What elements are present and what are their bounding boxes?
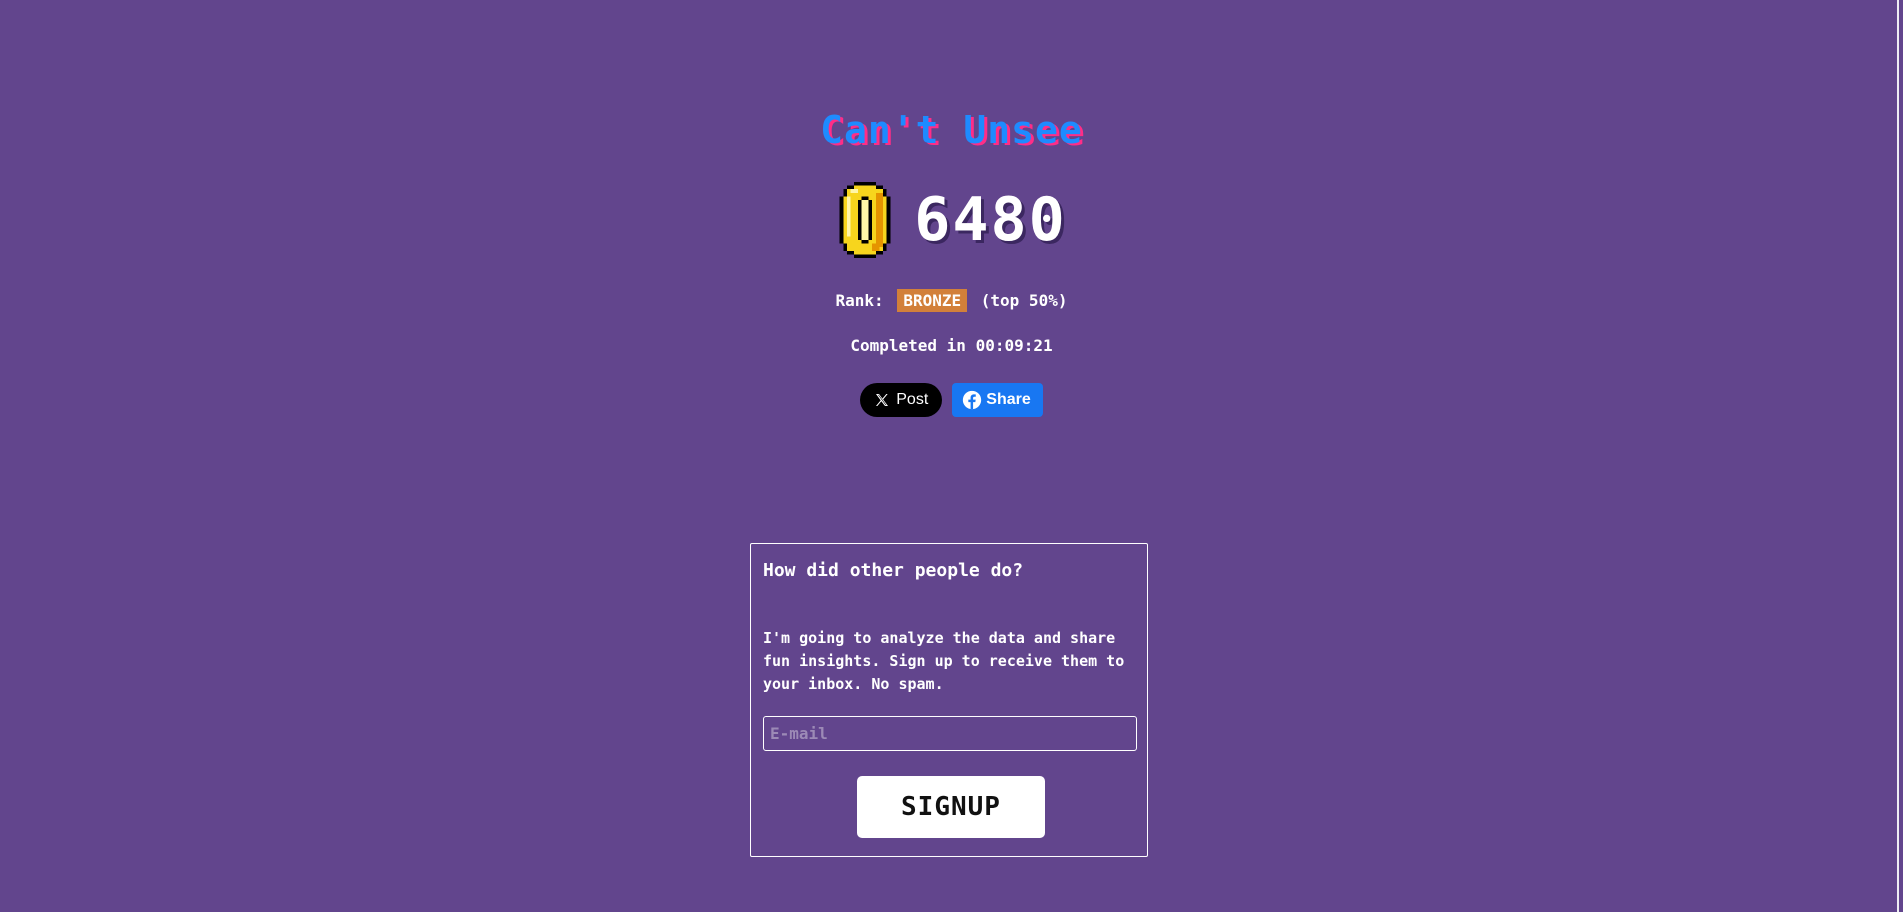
completed-label: Completed in — [850, 336, 966, 355]
page-title: Can't Unsee — [820, 108, 1083, 152]
facebook-logo-icon — [963, 390, 982, 410]
signup-heading: How did other people do? — [763, 560, 1024, 581]
facebook-share-button[interactable]: Share — [952, 383, 1043, 417]
rank-badge: BRONZE — [897, 289, 968, 312]
share-row: Post Share — [0, 383, 1903, 417]
completed-time-line: Completed in 00:09:21 — [0, 336, 1903, 355]
completed-time: 00:09:21 — [975, 336, 1053, 355]
rank-percentile: (top 50%) — [980, 291, 1068, 310]
scrollbar-thumb[interactable] — [1897, 0, 1899, 912]
page: Can't Unsee 6480 Rank: BRONZE (top 50%) … — [0, 0, 1885, 912]
x-logo-icon — [876, 394, 889, 406]
x-post-button[interactable]: Post — [860, 383, 943, 417]
coin-icon — [839, 182, 891, 258]
rank-line: Rank: BRONZE (top 50%) — [0, 289, 1903, 312]
email-field[interactable] — [763, 716, 1137, 751]
signup-button[interactable]: SIGNUP — [857, 776, 1045, 838]
x-post-label: Post — [896, 391, 929, 408]
facebook-share-label: Share — [986, 391, 1031, 408]
score-row: 6480 — [0, 182, 1903, 258]
scrollbar[interactable] — [1885, 0, 1903, 912]
signup-box: How did other people do? I'm going to an… — [750, 543, 1148, 857]
signup-description: I'm going to analyze the data and share … — [763, 629, 1125, 693]
score-value: 6480 — [914, 185, 1067, 255]
rank-label: Rank: — [835, 291, 884, 310]
